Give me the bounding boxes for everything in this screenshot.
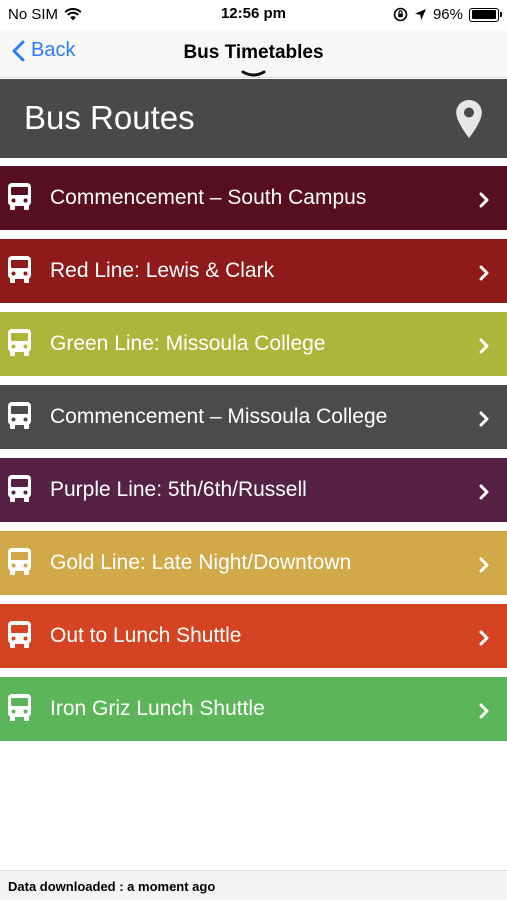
route-label: Red Line: Lewis & Clark: [50, 259, 275, 282]
route-row[interactable]: Commencement – Missoula College: [0, 385, 507, 449]
route-label: Iron Griz Lunch Shuttle: [50, 697, 265, 720]
chevron-right-icon: [479, 630, 489, 651]
chevron-right-icon: [479, 557, 489, 578]
route-row[interactable]: Gold Line: Late Night/Downtown: [0, 531, 507, 595]
route-row[interactable]: Purple Line: 5th/6th/Russell: [0, 458, 507, 522]
route-row[interactable]: Green Line: Missoula College: [0, 312, 507, 376]
route-label: Green Line: Missoula College: [50, 332, 326, 355]
route-label: Commencement – South Campus: [50, 186, 367, 209]
chevron-right-icon: [479, 411, 489, 432]
chevron-down-icon[interactable]: [241, 70, 266, 78]
status-right: 96%: [393, 6, 502, 23]
navigation-bar: Back Bus Timetables: [0, 30, 507, 78]
bus-icon: [6, 474, 33, 509]
section-title: Bus Routes: [24, 99, 195, 136]
bus-icon: [6, 401, 33, 436]
route-label: Commencement – Missoula College: [50, 405, 388, 428]
chevron-right-icon: [479, 265, 489, 286]
location-arrow-icon: [414, 9, 426, 20]
page-title: Bus Timetables: [183, 42, 324, 63]
bus-icon: [6, 182, 33, 217]
route-label: Purple Line: 5th/6th/Russell: [50, 478, 307, 501]
bus-icon: [6, 328, 33, 363]
chevron-right-icon: [479, 338, 489, 359]
bus-icon: [6, 693, 33, 728]
route-list: Commencement – South Campus Red Line: Lew…: [0, 166, 507, 750]
route-row[interactable]: Out to Lunch Shuttle: [0, 604, 507, 668]
section-banner: Bus Routes: [0, 79, 507, 158]
bus-icon: [6, 255, 33, 290]
chevron-right-icon: [479, 192, 489, 213]
bus-icon: [6, 547, 33, 582]
data-downloaded-status: Data downloaded : a moment ago: [8, 879, 216, 894]
battery-icon: [469, 7, 502, 22]
chevron-right-icon: [479, 484, 489, 505]
orientation-lock-icon: [393, 7, 408, 22]
status-bar: No SIM 12:56 pm 96%: [0, 0, 507, 30]
map-pin-icon[interactable]: [455, 99, 483, 139]
bus-icon: [6, 620, 33, 655]
route-row[interactable]: Iron Griz Lunch Shuttle: [0, 677, 507, 741]
route-label: Gold Line: Late Night/Downtown: [50, 551, 352, 574]
chevron-right-icon: [479, 703, 489, 724]
route-row[interactable]: Red Line: Lewis & Clark: [0, 239, 507, 303]
route-row[interactable]: Commencement – South Campus: [0, 166, 507, 230]
footer: Data downloaded : a moment ago: [0, 870, 507, 900]
battery-percent: 96%: [432, 6, 463, 23]
route-label: Out to Lunch Shuttle: [50, 624, 242, 647]
battery-fill: [471, 10, 496, 19]
